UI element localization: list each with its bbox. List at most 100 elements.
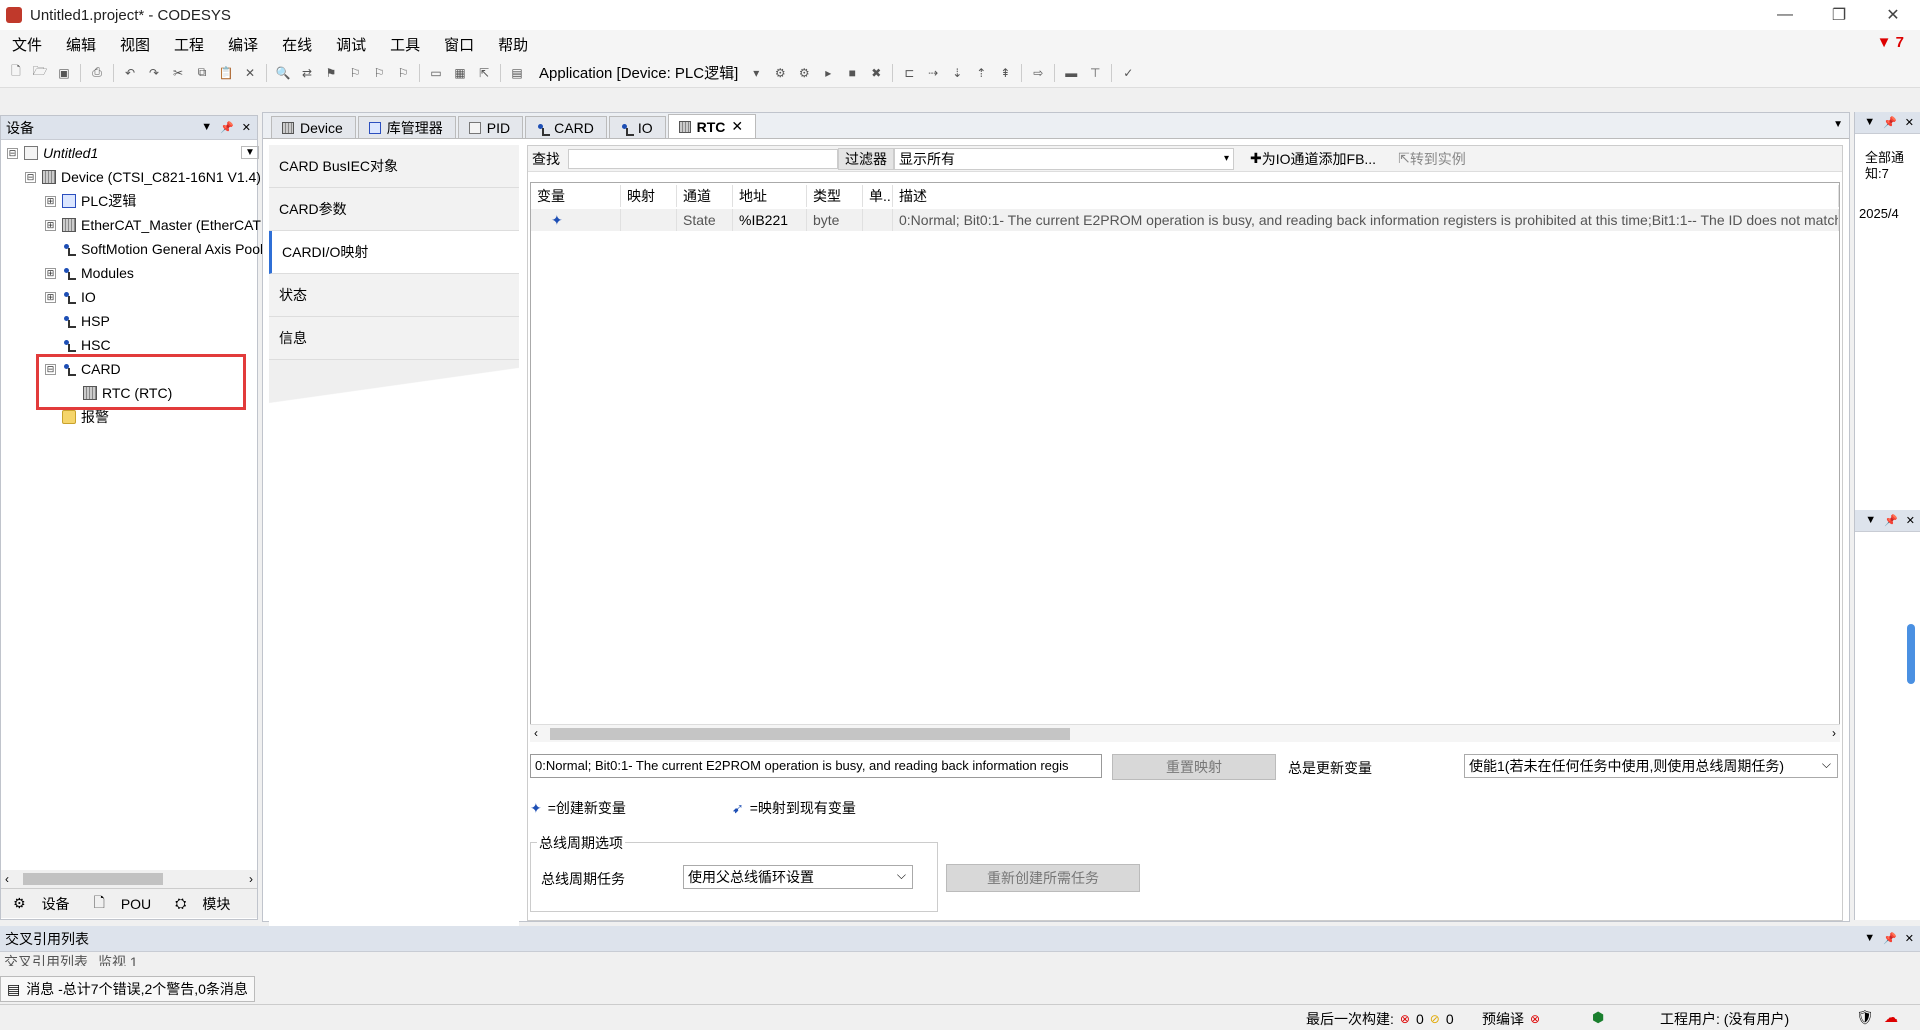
menu-help[interactable]: 帮助 bbox=[486, 34, 540, 55]
bus-cycle-task-select[interactable]: 使用父总线循环设置 bbox=[683, 865, 913, 889]
expand-icon[interactable]: ⊞ bbox=[45, 291, 56, 303]
open-folder-icon[interactable]: 🗁 bbox=[30, 63, 50, 83]
close-icon[interactable]: ✕ bbox=[242, 121, 251, 134]
device-status-icon[interactable]: ⬢ bbox=[1592, 1009, 1604, 1026]
force-values-icon[interactable]: ▬ bbox=[1061, 63, 1081, 83]
pin-icon[interactable]: 📌 bbox=[220, 121, 234, 134]
print-icon[interactable]: ⎙ bbox=[87, 63, 107, 83]
menu-project[interactable]: 工程 bbox=[162, 34, 216, 55]
menu-online[interactable]: 在线 bbox=[270, 34, 324, 55]
precompile-status[interactable]: 预编译 ⊗ bbox=[1482, 1009, 1540, 1029]
reset-mapping-button[interactable]: 重置映射 bbox=[1112, 754, 1276, 780]
tab-devices[interactable]: ⚙ 设备 bbox=[1, 894, 82, 914]
start-icon[interactable]: ▸ bbox=[818, 63, 838, 83]
tree-node-io[interactable]: ⊞ IO bbox=[45, 286, 96, 308]
login-icon[interactable]: ⚙ bbox=[770, 63, 790, 83]
pin-icon[interactable]: 📌 bbox=[1883, 932, 1897, 945]
redo-icon[interactable]: ↷ bbox=[144, 63, 164, 83]
grid-icon[interactable]: ▦ bbox=[450, 63, 470, 83]
tree-node-modules[interactable]: ⊞ Modules bbox=[45, 262, 134, 284]
expand-icon[interactable]: ⊞ bbox=[45, 267, 56, 279]
recreate-tasks-button[interactable]: 重新创建所需任务 bbox=[946, 864, 1140, 892]
save-icon[interactable]: ▣ bbox=[54, 63, 74, 83]
tools-icon[interactable]: ✖ bbox=[866, 63, 886, 83]
menu-view[interactable]: 视图 bbox=[108, 34, 162, 55]
column-header-unit[interactable]: 单.. bbox=[863, 185, 893, 207]
nav-card-io-mapping[interactable]: CARDI/O映射 bbox=[269, 231, 519, 274]
panel-menu-icon[interactable]: ▼ bbox=[201, 121, 212, 134]
application-dropdown-icon[interactable]: ▾ bbox=[746, 63, 766, 83]
minimize-button[interactable]: — bbox=[1758, 0, 1812, 30]
panel-menu-icon[interactable]: ▼ bbox=[1864, 116, 1875, 129]
replace-icon[interactable]: ⇄ bbox=[297, 63, 317, 83]
close-icon[interactable]: ✕ bbox=[1905, 932, 1914, 945]
tree-node-project[interactable]: ⊟ Untitled1 bbox=[7, 142, 98, 164]
filter-select[interactable]: 显示所有 bbox=[894, 147, 1234, 170]
scroll-right-icon[interactable]: › bbox=[249, 872, 253, 886]
nav-information[interactable]: 信息 bbox=[269, 317, 519, 360]
tab-modules[interactable]: ⛭ 模块 bbox=[163, 894, 242, 914]
panel-menu-icon[interactable]: ▼ bbox=[1864, 932, 1875, 945]
bookmark-prev-icon[interactable]: ⚐ bbox=[369, 63, 389, 83]
column-header-variable[interactable]: 变量 bbox=[531, 185, 621, 207]
goto-instance-button[interactable]: ⇱ 转到实例 bbox=[1392, 148, 1472, 170]
tree-node-hsp[interactable]: HSP bbox=[62, 310, 110, 332]
expand-icon[interactable]: ⊞ bbox=[45, 219, 56, 231]
tree-node-device[interactable]: ⊟ Device (CTSI_C821-16N1 V1.4) bbox=[25, 166, 261, 188]
step-over-icon[interactable]: ⇢ bbox=[923, 63, 943, 83]
tab-io[interactable]: IO bbox=[608, 116, 666, 138]
nav-card-parameters[interactable]: CARD参数 bbox=[269, 188, 519, 231]
bookmark-icon[interactable]: ⚑ bbox=[321, 63, 341, 83]
collapse-icon[interactable]: ⊟ bbox=[7, 147, 18, 159]
write-values-icon[interactable]: ⇨ bbox=[1028, 63, 1048, 83]
horizontal-scrollbar[interactable]: ‹ › bbox=[1, 870, 257, 888]
tab-pou[interactable]: 🗋 POU bbox=[82, 892, 164, 916]
menu-build[interactable]: 编译 bbox=[216, 34, 270, 55]
step-out-icon[interactable]: ⇡ bbox=[971, 63, 991, 83]
column-header-address[interactable]: 地址 bbox=[733, 185, 807, 207]
tab-pid[interactable]: PID bbox=[457, 116, 524, 138]
tabs-dropdown-icon[interactable]: ▼ bbox=[1833, 119, 1843, 130]
restore-button[interactable]: ❐ bbox=[1812, 0, 1866, 30]
delete-icon[interactable]: ✕ bbox=[240, 63, 260, 83]
copy-icon[interactable]: ⧉ bbox=[192, 63, 212, 83]
tree-node-hsc[interactable]: HSC bbox=[62, 334, 111, 356]
scroll-thumb[interactable] bbox=[23, 873, 163, 885]
tree-dropdown-icon[interactable]: ▼ bbox=[241, 146, 259, 159]
paste-icon[interactable]: 📋 bbox=[216, 63, 236, 83]
cut-icon[interactable]: ✂ bbox=[168, 63, 188, 83]
tab-device[interactable]: Device bbox=[271, 116, 356, 138]
tab-cross-reference[interactable]: 交叉引用列表 bbox=[4, 952, 88, 966]
scroll-left-icon[interactable]: ‹ bbox=[5, 872, 9, 886]
bookmark-clear-icon[interactable]: ⚐ bbox=[393, 63, 413, 83]
close-icon[interactable]: ✕ bbox=[1905, 116, 1914, 129]
menu-edit[interactable]: 编辑 bbox=[54, 34, 108, 55]
column-header-channel[interactable]: 通道 bbox=[677, 185, 733, 207]
scroll-left-icon[interactable]: ‹ bbox=[534, 726, 538, 740]
close-tab-icon[interactable]: ✕ bbox=[731, 118, 743, 135]
column-header-description[interactable]: 描述 bbox=[893, 185, 1839, 207]
add-fb-button[interactable]: ✚ 为IO通道添加FB... bbox=[1244, 148, 1382, 170]
bookmark-next-icon[interactable]: ⚐ bbox=[345, 63, 365, 83]
tree-node-softmotion-pool[interactable]: SoftMotion General Axis Pool bbox=[62, 238, 263, 260]
logout-icon[interactable]: ⚙ bbox=[794, 63, 814, 83]
shield-icon[interactable]: 🛡 bbox=[1856, 1009, 1874, 1026]
scroll-thumb[interactable] bbox=[550, 728, 1070, 740]
menu-window[interactable]: 窗口 bbox=[432, 34, 486, 55]
unforce-icon[interactable]: ⊤ bbox=[1085, 63, 1105, 83]
scroll-right-icon[interactable]: › bbox=[1832, 726, 1836, 740]
nav-status[interactable]: 状态 bbox=[269, 274, 519, 317]
expand-icon[interactable]: ⊞ bbox=[45, 195, 56, 207]
panel-menu-icon[interactable]: ▼ bbox=[1865, 514, 1876, 527]
collapse-icon[interactable]: ⊟ bbox=[25, 171, 36, 183]
tab-watch-1[interactable]: 监视 1 bbox=[98, 952, 138, 966]
column-header-type[interactable]: 类型 bbox=[807, 185, 863, 207]
always-update-select[interactable]: 使能1(若未在任何任务中使用,则使用总线周期任务) bbox=[1464, 754, 1838, 778]
find-input[interactable] bbox=[568, 148, 838, 169]
undo-icon[interactable]: ↶ bbox=[120, 63, 140, 83]
description-field[interactable]: 0:Normal; Bit0:1- The current E2PROM ope… bbox=[530, 754, 1102, 778]
nav-card-busiec-object[interactable]: CARD BusIEC对象 bbox=[269, 145, 519, 188]
find-icon[interactable]: 🔍 bbox=[273, 63, 293, 83]
cloud-icon[interactable]: ☁ bbox=[1884, 1009, 1898, 1026]
tree-node-plc-logic[interactable]: ⊞ PLC逻辑 bbox=[45, 190, 136, 212]
